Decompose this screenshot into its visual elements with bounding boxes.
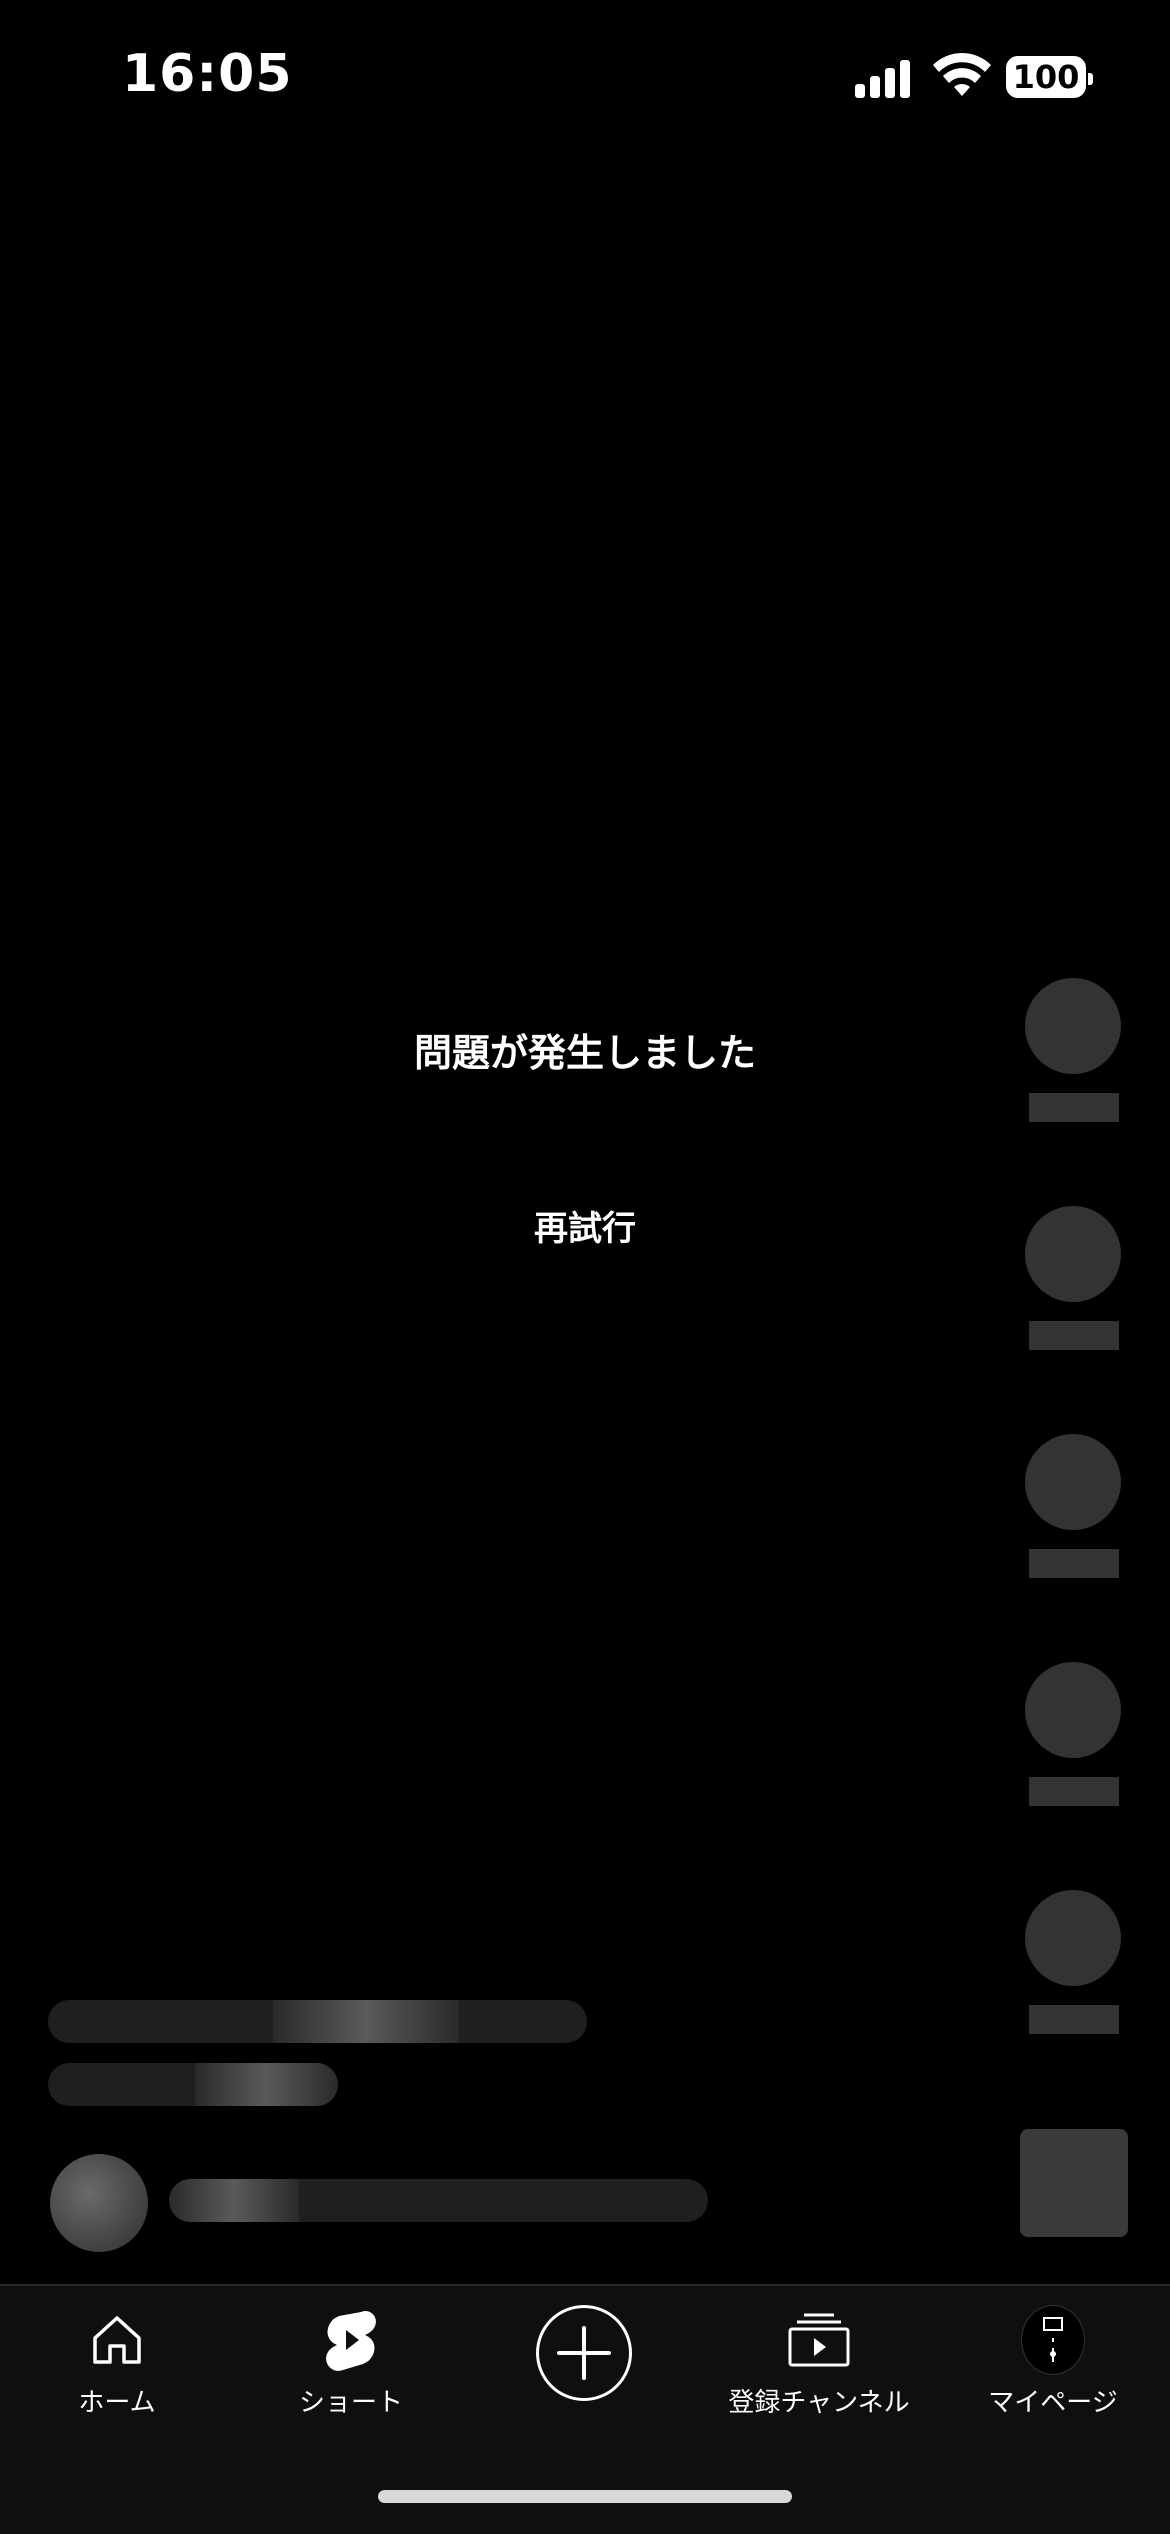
create-button[interactable] xyxy=(536,2305,632,2401)
skeleton-bar xyxy=(1029,2005,1119,2034)
battery-icon: 100 xyxy=(1006,56,1093,98)
skeleton-subtitle-line xyxy=(48,2063,338,2106)
plus-icon xyxy=(557,2326,611,2380)
retry-button[interactable]: 再試行 xyxy=(485,1190,685,1260)
subscriptions-icon xyxy=(787,2308,851,2372)
tab-home[interactable]: ホーム xyxy=(0,2308,234,2428)
wifi-icon xyxy=(933,52,991,96)
skeleton-channel-avatar xyxy=(50,2154,148,2252)
skeleton-bar xyxy=(1029,1321,1119,1350)
tab-my-page-label: マイページ xyxy=(988,2388,1118,2418)
skeleton-circle xyxy=(1025,978,1121,1074)
avatar-icon xyxy=(1021,2305,1085,2375)
skeleton-bar xyxy=(1029,1777,1119,1806)
tab-subscriptions-label: 登録チャンネル xyxy=(728,2388,910,2418)
skeleton-sound-thumbnail xyxy=(1020,2129,1128,2237)
tab-subscriptions[interactable]: 登録チャンネル xyxy=(702,2308,936,2428)
error-message: 問題が発生しました xyxy=(413,1031,756,1075)
tab-my-page[interactable]: マイページ xyxy=(936,2305,1170,2428)
home-icon xyxy=(85,2308,149,2372)
shorts-icon xyxy=(319,2308,383,2372)
skeleton-bar xyxy=(1029,1093,1119,1122)
cellular-signal-icon xyxy=(855,58,915,98)
home-indicator[interactable] xyxy=(378,2490,792,2503)
skeleton-bar xyxy=(1029,1549,1119,1578)
skeleton-channel-line xyxy=(169,2179,708,2222)
my-page-icon-wrap xyxy=(1021,2305,1085,2375)
battery-level: 100 xyxy=(1012,58,1080,96)
tab-shorts[interactable]: ショート xyxy=(234,2308,468,2428)
skeleton-circle xyxy=(1025,1434,1121,1530)
skeleton-circle xyxy=(1025,1662,1121,1758)
skeleton-title-line xyxy=(48,2000,587,2043)
status-time: 16:05 xyxy=(122,44,293,104)
skeleton-circle xyxy=(1025,1890,1121,1986)
tab-home-label: ホーム xyxy=(78,2388,156,2418)
skeleton-circle xyxy=(1025,1206,1121,1302)
tab-shorts-label: ショート xyxy=(298,2388,403,2418)
